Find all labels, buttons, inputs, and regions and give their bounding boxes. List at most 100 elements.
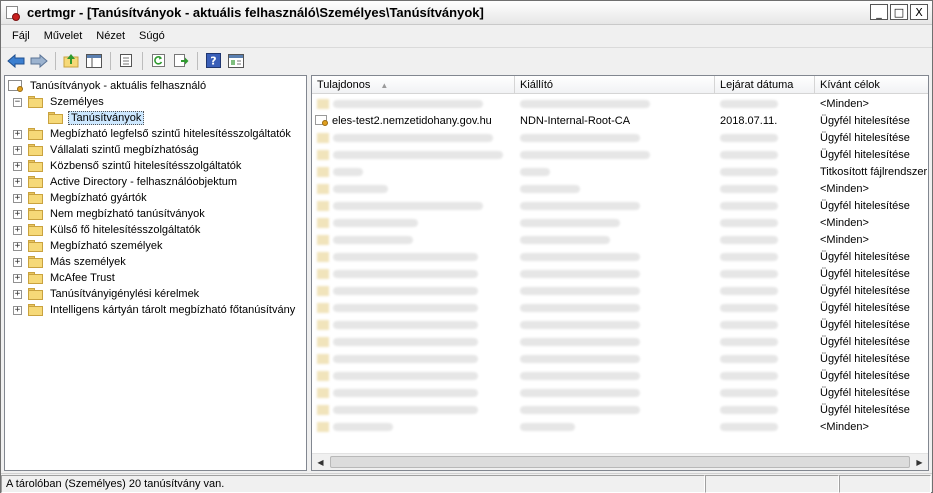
expand-toggle[interactable]: + [13,273,22,283]
certificate-icon [317,370,329,381]
table-row[interactable]: Ügyfél hitelesítése [312,197,928,214]
menu-view[interactable]: Nézet [89,30,132,42]
expand-toggle[interactable]: + [13,209,22,219]
tree-item-smart-card-trusted-roots[interactable]: + Intelligens kártyán tárolt megbízható … [13,302,297,318]
menu-file[interactable]: Fájl [5,30,37,42]
table-row[interactable]: eles-test2.nemzetidohany.gov.hu NDN-Inter… [312,112,928,129]
export-list-button[interactable] [170,50,192,72]
maximize-button[interactable]: □ [890,4,908,20]
close-button[interactable]: X [910,4,928,20]
table-row[interactable]: Ügyfél hitelesítése [312,282,928,299]
table-row[interactable]: Ügyfél hitelesítése [312,129,928,146]
column-header-issued-to[interactable]: Tulajdonos ▲ [312,76,515,94]
redacted-text [720,269,778,278]
expand-toggle[interactable]: + [13,161,22,171]
column-header-expiration-date[interactable]: Lejárat dátuma [715,76,815,94]
table-row[interactable]: Ügyfél hitelesítése [312,265,928,282]
scroll-left-button[interactable]: ◀ [312,454,329,470]
expand-toggle[interactable]: + [13,193,22,203]
table-row[interactable]: Ügyfél hitelesítése [312,299,928,316]
back-button[interactable] [5,50,27,72]
certificate-store-icon [8,79,24,93]
cell-issued-to-redacted [312,146,515,163]
redacted-text [720,252,778,261]
table-row[interactable]: <Minden> [312,95,928,112]
table-row[interactable]: Ügyfél hitelesítése [312,248,928,265]
menu-help[interactable]: Súgó [132,30,172,42]
collapse-toggle[interactable]: − [13,97,22,107]
folder-icon [28,272,44,284]
scroll-right-button[interactable]: ▶ [911,454,928,470]
cell-issued-to-redacted [312,333,515,350]
tree-item-trusted-people[interactable]: + Megbízható személyek [13,238,165,254]
tree-item-active-directory[interactable]: + Active Directory - felhasználóobjektum [13,174,239,190]
column-header-issued-by[interactable]: Kiállító [515,76,715,94]
tree-item-certificates[interactable]: Tanúsítványok [48,110,145,126]
expand-toggle[interactable]: + [13,225,22,235]
expand-toggle[interactable]: + [13,241,22,251]
table-row[interactable]: Ügyfél hitelesítése [312,367,928,384]
scrollbar-thumb[interactable] [330,456,910,468]
up-one-level-button[interactable] [60,50,82,72]
table-row[interactable]: <Minden> [312,214,928,231]
table-row[interactable]: Ügyfél hitelesítése [312,384,928,401]
cell-issued-to-redacted [312,197,515,214]
title-bar[interactable]: certmgr - [Tanúsítványok - aktuális felh… [1,1,932,25]
redacted-text [720,354,778,363]
cell-issued-to: eles-test2.nemzetidohany.gov.hu [312,112,515,129]
cell-issued-by-redacted [515,282,715,299]
tree-item-trusted-root-ca[interactable]: + Megbízható legfelső szintű hitelesítés… [13,126,293,142]
expand-toggle[interactable]: + [13,257,22,267]
forward-button[interactable] [28,50,50,72]
cell-expiration-redacted [715,367,815,384]
console-tree[interactable]: Tanúsítványok - aktuális felhasználó − S… [4,75,307,471]
expand-toggle[interactable]: + [13,305,22,315]
certificate-list[interactable]: Tulajdonos ▲ Kiállító Lejárat dátuma Kív… [311,75,929,471]
tree-item-trusted-publishers[interactable]: + Megbízható gyártók [13,190,149,206]
minimize-button[interactable]: _ [870,4,888,20]
table-row[interactable]: Ügyfél hitelesítése [312,350,928,367]
tree-item-enrollment-requests[interactable]: + Tanúsítványigénylési kérelmek [13,286,201,302]
toolbar: ? [1,47,932,73]
redacted-text [720,388,778,397]
tree-item-enterprise-trust[interactable]: + Vállalati szintű megbízhatóság [13,142,201,158]
redacted-text [720,235,778,244]
console-view-button[interactable] [225,50,247,72]
table-row[interactable]: Ügyfél hitelesítése [312,316,928,333]
expand-toggle[interactable]: + [13,289,22,299]
redacted-text [720,337,778,346]
table-row[interactable]: <Minden> [312,180,928,197]
redacted-text [720,405,778,414]
tree-item-intermediate-ca[interactable]: + Közbenső szintű hitelesítésszolgáltató… [13,158,243,174]
redacted-text [520,388,640,397]
tree-item-other-people[interactable]: + Más személyek [13,254,128,270]
table-row[interactable]: Ügyfél hitelesítése [312,333,928,350]
menu-action[interactable]: Művelet [37,30,90,42]
svg-text:?: ? [210,55,216,68]
toolbar-separator [55,51,56,70]
refresh-button[interactable] [147,50,169,72]
tree-item-third-party-root[interactable]: + Külső fő hitelesítésszolgáltatók [13,222,202,238]
show-hide-tree-button[interactable] [83,50,105,72]
cell-intended-purposes: Ügyfél hitelesítése [820,335,910,348]
column-header-intended-purposes[interactable]: Kívánt célok [815,76,928,94]
redacted-text [520,167,550,176]
table-row[interactable]: Titkosított fájlrendszer [312,163,928,180]
table-row[interactable]: <Minden> [312,231,928,248]
tree-item-personal[interactable]: − Személyes [13,94,106,110]
table-row[interactable]: <Minden> [312,418,928,435]
help-button[interactable]: ? [202,50,224,72]
expand-toggle[interactable]: + [13,145,22,155]
table-row[interactable]: Ügyfél hitelesítése [312,401,928,418]
console-icon [228,53,244,68]
properties-button[interactable] [115,50,137,72]
horizontal-scrollbar[interactable]: ◀ ▶ [312,453,928,470]
tree-root-item[interactable]: Tanúsítványok - aktuális felhasználó [8,78,208,94]
cell-intended-purposes: Ügyfél hitelesítése [820,403,910,416]
tree-item-untrusted[interactable]: + Nem megbízható tanúsítványok [13,206,207,222]
expand-toggle[interactable]: + [13,177,22,187]
tree-item-mcafee-trust[interactable]: + McAfee Trust [13,270,117,286]
expand-toggle[interactable]: + [13,129,22,139]
folder-icon [28,224,44,236]
table-row[interactable]: Ügyfél hitelesítése [312,146,928,163]
